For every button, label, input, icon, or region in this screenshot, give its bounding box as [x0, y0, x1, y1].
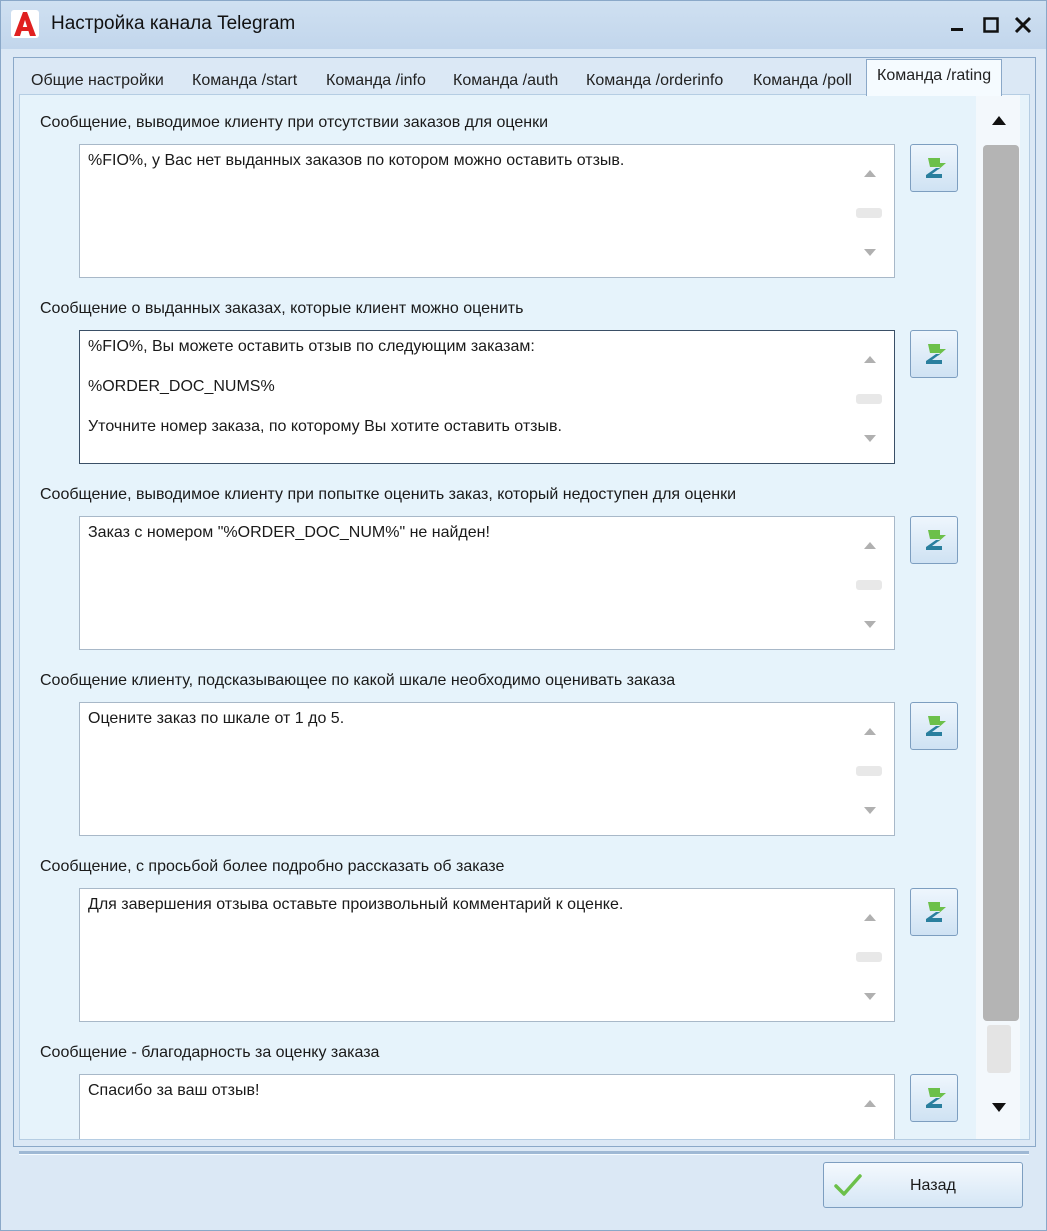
scroll-up-icon[interactable] [864, 169, 876, 177]
memo-scroll-thumb[interactable] [856, 208, 882, 218]
maximize-icon [983, 17, 999, 33]
insert-arrow-icon [926, 902, 946, 922]
section-label-issued-orders: Сообщение о выданных заказах, которые кл… [40, 300, 524, 317]
content-vertical-scrollbar[interactable] [976, 95, 1020, 1139]
section-label-thanks: Сообщение - благодарность за оценку зака… [40, 1044, 380, 1061]
message-memo-rating-scale[interactable]: Оцените заказ по шкале от 1 до 5. [79, 702, 895, 836]
scroll-up-icon[interactable] [864, 913, 876, 921]
scroll-down-icon[interactable] [864, 435, 876, 443]
scroll-down-icon[interactable] [864, 807, 876, 815]
insert-arrow-icon [926, 1088, 946, 1108]
tab-orderinfo[interactable]: Команда /orderinfo [586, 67, 723, 95]
memo-scroll-thumb[interactable] [856, 580, 882, 590]
section-label-unavailable-order: Сообщение, выводимое клиенту при попытке… [40, 486, 737, 503]
minimize-button[interactable] [943, 11, 971, 39]
close-icon [1014, 16, 1032, 34]
scroll-down-icon[interactable] [864, 621, 876, 629]
scroll-up-icon[interactable] [864, 1099, 876, 1107]
insert-variable-button[interactable] [910, 702, 958, 750]
settings-window: Настройка канала Telegram Общие настройк… [0, 0, 1047, 1231]
maximize-button[interactable] [977, 11, 1005, 39]
checkmark-icon [834, 1174, 862, 1196]
tab-rating[interactable]: Команда /rating [866, 59, 1003, 96]
insert-arrow-icon [926, 158, 946, 178]
insert-arrow-icon [926, 716, 946, 736]
close-button[interactable] [1009, 11, 1037, 39]
memo-scroll-thumb[interactable] [856, 766, 882, 776]
tab-auth[interactable]: Команда /auth [453, 67, 558, 95]
scroll-down-icon[interactable] [864, 249, 876, 257]
scroll-up-icon[interactable] [864, 727, 876, 735]
back-button-label: Назад [910, 1177, 956, 1194]
insert-variable-button[interactable] [910, 1074, 958, 1122]
memo-text: %FIO%, Вы можете оставить отзыв по следу… [88, 338, 562, 435]
memo-scroll-thumb[interactable] [856, 394, 882, 404]
tab-poll[interactable]: Команда /poll [753, 67, 852, 95]
memo-text: Спасибо за ваш отзыв! [88, 1082, 260, 1099]
memo-text: Оцените заказ по шкале от 1 до 5. [88, 710, 345, 727]
insert-arrow-icon [926, 530, 946, 550]
insert-variable-button[interactable] [910, 330, 958, 378]
insert-variable-button[interactable] [910, 144, 958, 192]
back-button[interactable]: Назад [823, 1162, 1023, 1208]
scroll-down-icon[interactable] [992, 1103, 1006, 1113]
tab-info[interactable]: Команда /info [326, 67, 426, 95]
rating-tab-content: Сообщение, выводимое клиенту при отсутст… [19, 94, 1030, 1140]
section-label-rating-scale: Сообщение клиенту, подсказывающее по как… [40, 672, 676, 689]
message-memo-thanks[interactable]: Спасибо за ваш отзыв! [79, 1074, 895, 1139]
scroll-up-icon[interactable] [864, 355, 876, 363]
insert-variable-button[interactable] [910, 888, 958, 936]
scrollbar-track[interactable] [987, 1025, 1011, 1073]
footer-divider [19, 1151, 1029, 1155]
tab-start[interactable]: Команда /start [192, 67, 297, 95]
tab-control: Общие настройки Команда /start Команда /… [13, 57, 1036, 1147]
scroll-down-icon[interactable] [864, 993, 876, 1001]
insert-arrow-icon [926, 344, 946, 364]
message-memo-details-request[interactable]: Для завершения отзыва оставьте произволь… [79, 888, 895, 1022]
minimize-icon [951, 28, 963, 31]
memo-text: Заказ с номером "%ORDER_DOC_NUM%" не най… [88, 524, 490, 541]
tab-general[interactable]: Общие настройки [31, 67, 164, 95]
section-label-no-orders: Сообщение, выводимое клиенту при отсутст… [40, 114, 549, 131]
memo-text: Для завершения отзыва оставьте произволь… [88, 896, 624, 913]
window-title: Настройка канала Telegram [51, 13, 296, 34]
app-logo-a-icon [11, 10, 39, 38]
memo-text: %FIO%, у Вас нет выданных заказов по кот… [88, 152, 625, 169]
memo-scroll-thumb[interactable] [856, 952, 882, 962]
message-memo-issued-orders[interactable]: %FIO%, Вы можете оставить отзыв по следу… [79, 330, 895, 464]
message-memo-no-orders[interactable]: %FIO%, у Вас нет выданных заказов по кот… [79, 144, 895, 278]
insert-variable-button[interactable] [910, 516, 958, 564]
scroll-up-icon[interactable] [992, 115, 1006, 125]
scroll-up-icon[interactable] [864, 541, 876, 549]
message-memo-unavailable-order[interactable]: Заказ с номером "%ORDER_DOC_NUM%" не най… [79, 516, 895, 650]
scrollbar-thumb[interactable] [983, 145, 1019, 1021]
section-label-details-request: Сообщение, с просьбой более подробно рас… [40, 858, 505, 875]
title-bar[interactable]: Настройка канала Telegram [1, 1, 1046, 49]
